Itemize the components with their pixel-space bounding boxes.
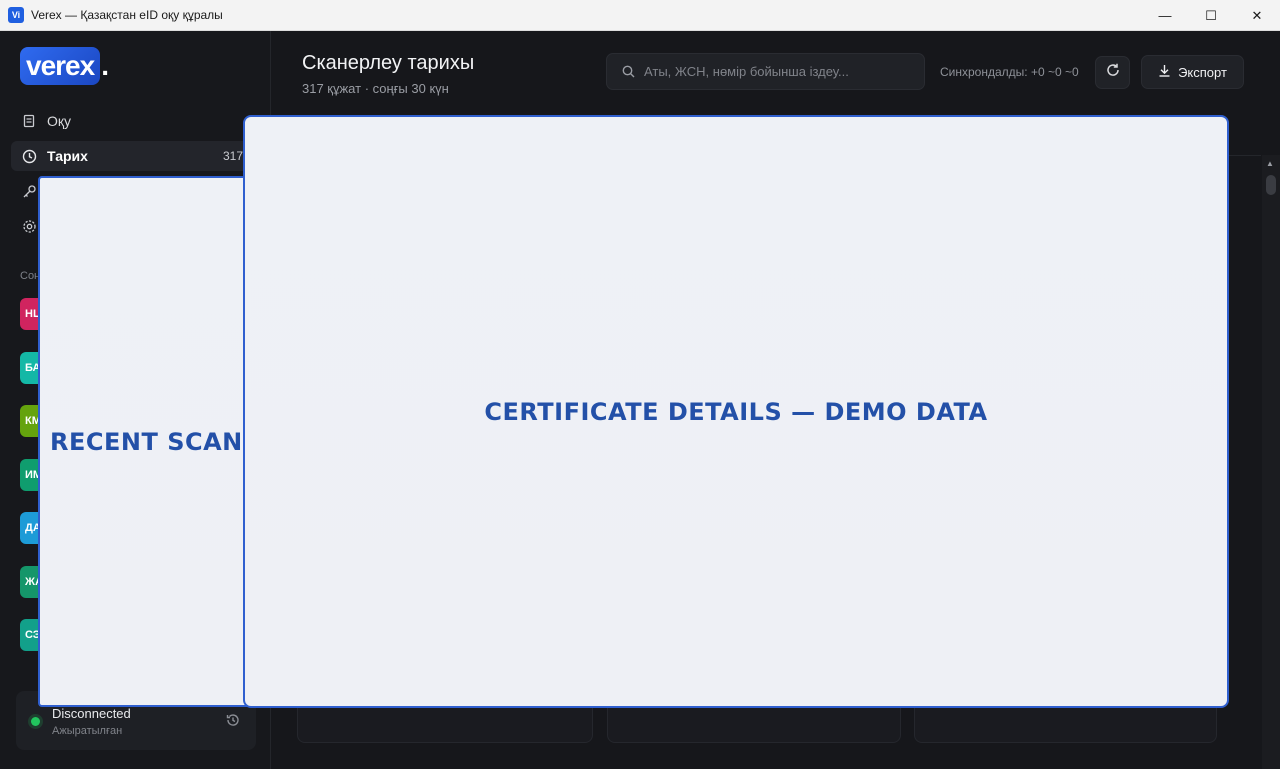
refresh-button[interactable]: [1095, 56, 1130, 89]
logo-wordmark: verex: [20, 47, 101, 85]
scroll-thumb[interactable]: [1266, 175, 1276, 195]
brand-logo: verex .: [20, 47, 109, 85]
scroll-up-arrow-icon[interactable]: ▲: [1266, 159, 1274, 168]
logo-dot: .: [101, 50, 109, 81]
window-title: Verex — Қазақстан eID оқу құралы: [31, 8, 223, 22]
certificate-details-title: CERTIFICATE DETAILS — DEMO DATA: [484, 397, 988, 426]
content-scrollbar[interactable]: ▲: [1262, 155, 1280, 769]
gear-icon: [21, 218, 37, 234]
window-titlebar: Vi Verex — Қазақстан eID оқу құралы — ☐ …: [0, 0, 1280, 31]
reader-icon: [21, 113, 37, 129]
sidebar-item-history[interactable]: Тарих 317: [11, 141, 251, 171]
status-indicator-dot: [31, 717, 40, 726]
refresh-icon: [1105, 62, 1121, 83]
status-title: Disconnected: [52, 706, 131, 721]
window-controls: — ☐ ✕: [1142, 0, 1280, 31]
search-box[interactable]: [606, 53, 925, 90]
search-input[interactable]: [644, 64, 914, 79]
status-subtitle: Ажыратылған: [52, 725, 123, 737]
page-subtitle: 317 құжат · соңғы 30 күн: [302, 81, 449, 96]
download-icon: [1158, 64, 1171, 80]
sidebar-item-label: Тарих: [47, 148, 88, 164]
sidebar-item-read[interactable]: Оқу: [11, 106, 251, 136]
sidebar-item-label: Оқу: [47, 113, 72, 129]
export-label: Экспорт: [1178, 64, 1227, 80]
history-count: 317: [222, 149, 243, 163]
clock-icon: [21, 148, 37, 164]
page-title: Сканерлеу тарихы: [302, 52, 475, 74]
app-icon: Vi: [8, 7, 24, 23]
recent-scans-panel: RECENT SCANS: [38, 176, 254, 707]
close-button[interactable]: ✕: [1234, 0, 1280, 31]
history-icon[interactable]: [224, 711, 242, 729]
minimize-button[interactable]: —: [1142, 0, 1188, 31]
sync-status-text: Синхрондалды: +0 ~0 ~0: [940, 65, 1079, 79]
recent-scans-title: RECENT SCANS: [50, 427, 254, 456]
search-icon: [621, 65, 635, 79]
maximize-button[interactable]: ☐: [1188, 0, 1234, 31]
key-icon: [21, 183, 37, 199]
export-button[interactable]: Экспорт: [1141, 55, 1244, 89]
certificate-details-panel: CERTIFICATE DETAILS — DEMO DATA: [243, 115, 1229, 708]
